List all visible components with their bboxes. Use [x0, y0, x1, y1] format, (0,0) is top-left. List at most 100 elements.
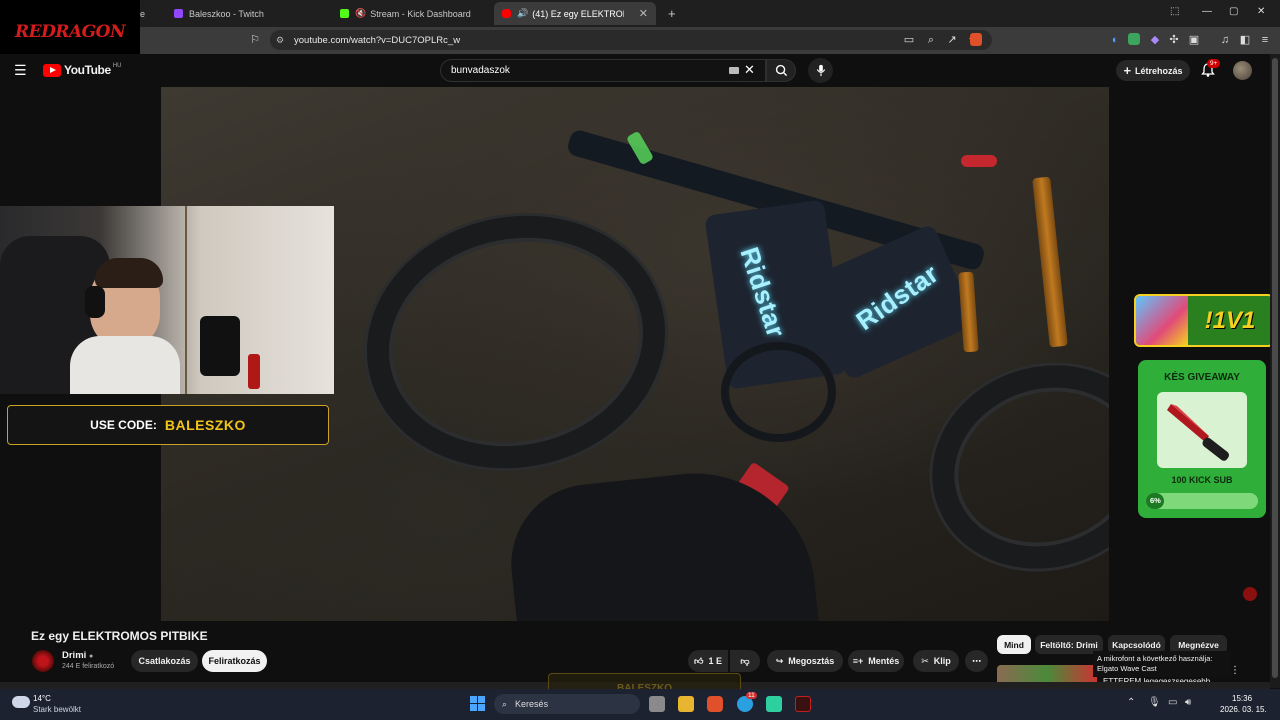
brave-browser-icon[interactable]: [707, 696, 723, 712]
save-label: Mentés: [868, 656, 900, 666]
front-wheel: [905, 336, 1109, 598]
cast-icon[interactable]: ▭: [902, 33, 916, 47]
code-value: BALESZKO: [164, 417, 246, 433]
close-window-icon[interactable]: ✕: [1257, 6, 1265, 17]
close-tab-icon[interactable]: ✕: [639, 7, 648, 20]
red-headlight: [961, 155, 997, 167]
zoom-icon[interactable]: ⌕: [924, 33, 938, 47]
kick-icon: [340, 9, 349, 18]
clock-time[interactable]: 15:36: [1232, 694, 1252, 703]
save-playlist-icon: ≡+: [852, 656, 864, 666]
media-controls-icon[interactable]: ♫: [1218, 33, 1232, 47]
brave-shield-icon[interactable]: [970, 33, 982, 46]
search-value: bunvadaszok: [451, 65, 510, 76]
search-icon: ⌕: [502, 698, 508, 709]
rear-wheel: [343, 188, 689, 496]
country-code: HU: [112, 63, 122, 69]
plus-icon: +: [1123, 63, 1132, 78]
clip-button[interactable]: ✂ Klip: [913, 650, 959, 672]
right-gutter: [1109, 87, 1280, 621]
minimize-icon[interactable]: —: [1202, 6, 1212, 17]
promo-character-art: [1136, 296, 1188, 345]
tab-partial-label: e: [140, 8, 146, 19]
dislike-button[interactable]: 👎︎: [730, 650, 760, 672]
extensions-puzzle-icon[interactable]: ✣: [1167, 33, 1181, 47]
weather-temperature[interactable]: 14°C: [33, 694, 51, 703]
more-actions-button[interactable]: ⋯: [965, 650, 988, 672]
microphone-stand: [200, 316, 240, 376]
share-page-icon[interactable]: ↗: [945, 33, 959, 47]
chip-all[interactable]: Mind: [997, 635, 1031, 654]
taskbar-search[interactable]: ⌕ Keresés: [494, 694, 640, 714]
task-view-icon[interactable]: [649, 696, 665, 712]
clear-search-icon[interactable]: ✕: [744, 62, 755, 78]
microphone-icon: [816, 64, 825, 77]
redragon-app-icon[interactable]: [795, 696, 811, 712]
creator-code-banner: USE CODE: BALESZKO: [7, 405, 329, 445]
taskbar-search-placeholder: Keresés: [515, 699, 549, 709]
more-icon: ⋯: [972, 655, 981, 666]
channel-avatar[interactable]: [32, 650, 54, 672]
channel-name[interactable]: Drimi ●: [62, 650, 93, 661]
split-view-icon[interactable]: ◧: [1238, 33, 1252, 47]
giveaway-title: KÉS GIVEAWAY: [1164, 372, 1240, 383]
clock-date[interactable]: 2026. 03. 15.: [1220, 705, 1267, 714]
like-button[interactable]: 👍︎ 1 E: [688, 650, 728, 672]
tray-mic-icon[interactable]: 🎙︎: [1148, 697, 1161, 708]
audio-extension-icon[interactable]: ◖: [1107, 33, 1121, 47]
promo-1v1-text: !1V1: [1204, 306, 1256, 334]
youtube-icon: [502, 9, 511, 18]
browser-tab-bar: e Baleszkoo - Twitch 🔇 Stream - Kick Das…: [0, 0, 1280, 27]
scrollbar-thumb[interactable]: [1272, 58, 1278, 678]
voice-search-button[interactable]: [808, 58, 833, 83]
share-button[interactable]: ↪ Megosztás: [767, 650, 843, 672]
bookmark-icon[interactable]: ⚐: [248, 33, 262, 47]
giveaway-subtitle: 100 KICK SUB: [1171, 475, 1233, 485]
site-info-icon[interactable]: ⚙: [276, 35, 284, 46]
cloud-icon[interactable]: [12, 696, 30, 708]
new-tab-button[interactable]: +: [660, 2, 684, 25]
tab-label: Stream - Kick Dashboard: [370, 8, 471, 19]
redragon-logo-text: REDRAGON: [14, 22, 126, 42]
volume-icon[interactable]: 🔊︎: [1185, 697, 1191, 708]
network-icon[interactable]: ▭: [1168, 697, 1177, 708]
subscribe-button[interactable]: Feliratkozás: [202, 650, 267, 672]
channel-name-text: Drimi: [62, 650, 87, 661]
app-green-icon[interactable]: [766, 696, 782, 712]
tray-overflow-icon[interactable]: ⌃: [1127, 697, 1135, 708]
sidebar-icon[interactable]: ▣: [1187, 33, 1201, 47]
address-bar[interactable]: ⚙ youtube.com/watch?v=DUC7OPLRc_w: [270, 30, 992, 50]
windows-start-icon[interactable]: [470, 696, 485, 711]
windows-taskbar: [0, 689, 1280, 720]
file-explorer-icon[interactable]: [678, 696, 694, 712]
like-count: 1 E: [708, 656, 722, 666]
tab-search-icon[interactable]: ⬚: [1170, 6, 1179, 17]
tab-twitch[interactable]: Baleszkoo - Twitch: [166, 2, 324, 25]
youtube-play-icon: [43, 63, 61, 77]
youtube-logo[interactable]: YouTube HU: [43, 63, 121, 77]
share-label: Megosztás: [788, 656, 835, 666]
join-button[interactable]: Csatlakozás: [131, 650, 198, 672]
url-text: youtube.com/watch?v=DUC7OPLRc_w: [294, 34, 461, 46]
weather-description[interactable]: Stark bewölkt: [33, 705, 81, 714]
promo-1v1-banner: !1V1: [1134, 294, 1274, 347]
speaker-icon: 🔊: [517, 8, 529, 18]
search-input[interactable]: bunvadaszok: [440, 59, 766, 82]
hamburger-menu-icon[interactable]: ☰: [14, 62, 30, 78]
tab-kick[interactable]: 🔇 Stream - Kick Dashboard: [332, 2, 490, 25]
search-button[interactable]: [766, 59, 796, 82]
recommended-more-icon[interactable]: ⋮: [1230, 665, 1240, 676]
create-button[interactable]: + Létrehozás: [1116, 60, 1190, 81]
save-button[interactable]: ≡+ Mentés: [848, 650, 904, 672]
extension-green-icon[interactable]: [1128, 33, 1140, 45]
extension-purple-icon[interactable]: ◆: [1148, 33, 1162, 47]
menu-icon[interactable]: ≡: [1258, 33, 1272, 47]
thumbs-down-icon: 👎︎: [740, 655, 750, 666]
tab-youtube[interactable]: 🔊 (41) Ez egy ELEKTROMOS PIT ✕: [494, 2, 656, 25]
account-avatar[interactable]: [1233, 61, 1252, 80]
create-label: Létrehozás: [1135, 65, 1183, 76]
chain-sprocket: [721, 342, 836, 442]
keyboard-icon[interactable]: [729, 67, 739, 74]
front-fork-right: [1032, 176, 1068, 348]
maximize-icon[interactable]: ▢: [1229, 6, 1238, 17]
